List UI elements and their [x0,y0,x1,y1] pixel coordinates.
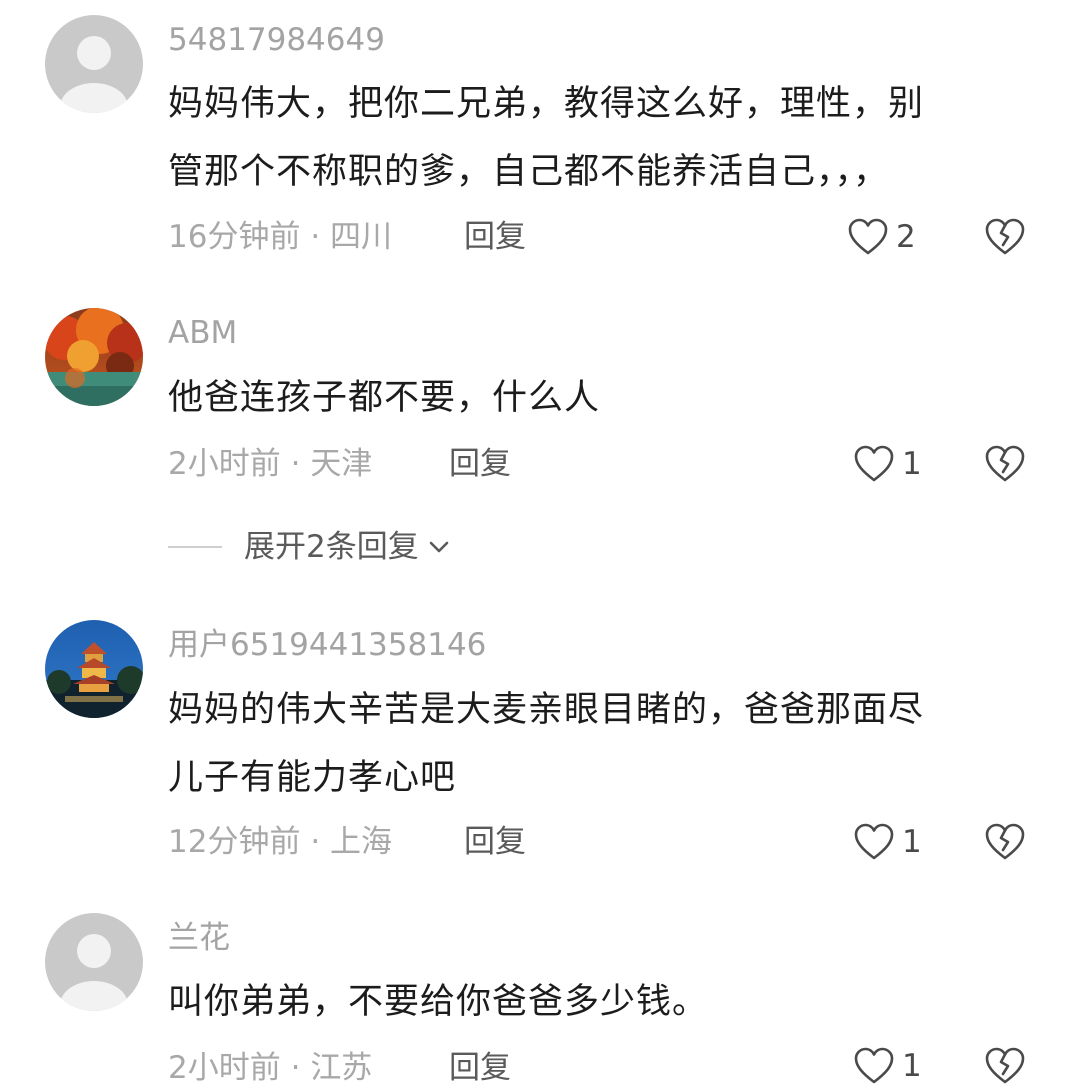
reply-button[interactable]: 回复 [464,822,526,862]
default-avatar-icon [45,15,143,113]
timestamp: 2小时前 [168,1050,281,1086]
comment-meta: 12分钟前 · 上海 [168,822,392,862]
comment-text: 他爸连孩子都不要，什么人 [168,364,1038,432]
comment-text: 妈妈伟大，把你二兄弟，教得这么好，理性，别 管那个不称职的爹，自己都不能养活自己… [168,70,1038,206]
heart-icon [848,218,888,255]
reply-button[interactable]: 回复 [449,1048,511,1088]
username[interactable]: 用户6519441358146 [168,625,486,665]
comment-line: 叫你弟弟，不要给你爸爸多少钱。 [168,982,709,1022]
timestamp: 12分钟前 [168,824,301,860]
location: 天津 [310,446,373,482]
timestamp: 2小时前 [168,446,281,482]
comment-text: 叫你弟弟，不要给你爸爸多少钱。 [168,968,1038,1036]
heart-icon [854,1047,894,1084]
like-button[interactable]: 1 [852,1044,922,1088]
avatar[interactable] [45,620,143,718]
autumn-lake-avatar-icon [45,308,143,406]
like-button[interactable]: 1 [852,442,922,486]
avatar[interactable] [45,913,143,1011]
comment-meta: 2小时前 · 天津 [168,444,372,484]
dislike-button[interactable] [983,1044,1027,1088]
heart-icon [854,823,894,860]
like-count: 2 [896,219,916,255]
broken-heart-icon [985,823,1025,860]
heart-icon [854,445,894,482]
divider [168,546,222,548]
night-pagoda-avatar-icon [45,620,143,718]
like-button[interactable]: 2 [846,215,916,259]
meta-separator: · [310,219,331,255]
username[interactable]: ABM [168,313,237,353]
avatar[interactable] [45,15,143,113]
comment-text: 妈妈的伟大辛苦是大麦亲眼目睹的，爸爸那面尽 儿子有能力孝心吧 [168,676,1038,812]
like-count: 1 [902,446,922,482]
username[interactable]: 兰花 [168,918,230,958]
like-button[interactable]: 1 [852,820,922,864]
chevron-down-icon [429,541,449,553]
location: 江苏 [310,1050,373,1086]
dislike-button[interactable] [983,442,1027,486]
meta-separator: · [290,446,311,482]
expand-replies-button[interactable]: 展开2条回复 [168,527,453,567]
dislike-button[interactable] [983,820,1027,864]
meta-separator: · [310,824,331,860]
broken-heart-icon [985,445,1025,482]
comment-line: 管那个不称职的爹，自己都不能养活自己，，， [168,152,890,192]
reply-button[interactable]: 回复 [464,217,526,257]
comment-line: 妈妈的伟大辛苦是大麦亲眼目睹的，爸爸那面尽 [168,690,925,730]
comment-line: 他爸连孩子都不要，什么人 [168,378,601,418]
like-count: 1 [902,1048,922,1084]
dislike-button[interactable] [983,215,1027,259]
reply-button[interactable]: 回复 [449,444,511,484]
comment-line: 儿子有能力孝心吧 [168,758,457,798]
location: 上海 [330,824,393,860]
broken-heart-icon [985,1047,1025,1084]
comment-meta: 16分钟前 · 四川 [168,217,392,257]
timestamp: 16分钟前 [168,219,301,255]
username[interactable]: 54817984649 [168,20,385,60]
like-count: 1 [902,824,922,860]
comment-meta: 2小时前 · 江苏 [168,1048,372,1088]
comment-line: 妈妈伟大，把你二兄弟，教得这么好，理性，别 [168,84,925,124]
expand-replies-label: 展开2条回复 [244,529,419,565]
avatar[interactable] [45,308,143,406]
default-avatar-icon [45,913,143,1011]
meta-separator: · [290,1050,311,1086]
location: 四川 [330,219,393,255]
broken-heart-icon [985,218,1025,255]
